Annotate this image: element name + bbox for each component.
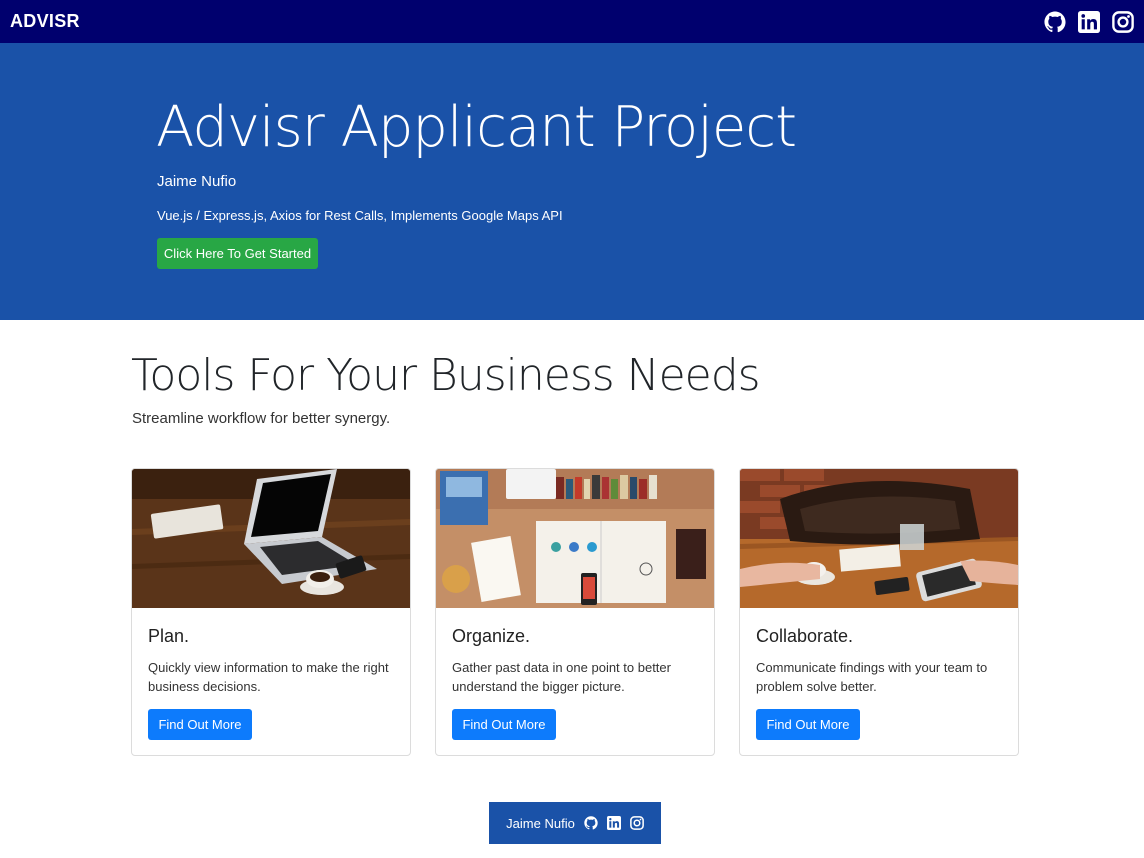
linkedin-icon[interactable]	[1078, 10, 1100, 33]
card-image-desk	[436, 469, 714, 608]
hero-tech-stack: Vue.js / Express.js, Axios for Rest Call…	[157, 208, 563, 223]
github-icon[interactable]	[1044, 10, 1066, 33]
hero-author: Jaime Nufio	[157, 173, 237, 190]
instagram-icon[interactable]	[629, 816, 644, 830]
get-started-button[interactable]: Click Here To Get Started	[157, 238, 318, 269]
linkedin-icon[interactable]	[606, 816, 621, 830]
card-text: Communicate findings with your team to p…	[756, 660, 988, 694]
card-title: Organize.	[452, 626, 531, 646]
find-out-more-button[interactable]: Find Out More	[148, 709, 252, 740]
section-subtitle: Streamline workflow for better synergy.	[132, 410, 391, 427]
social-links	[1044, 10, 1134, 33]
brand-logo[interactable]: ADVISR	[10, 11, 80, 32]
find-out-more-button[interactable]: Find Out More	[452, 709, 556, 740]
card-organize: Organize. Gather past data in one point …	[435, 468, 715, 756]
hero-banner: Advisr Applicant Project Jaime Nufio Vue…	[0, 43, 1144, 320]
card-title: Collaborate.	[756, 626, 854, 646]
card-plan: Plan. Quickly view information to make t…	[131, 468, 411, 756]
card-title: Plan.	[148, 626, 190, 646]
card-image-laptop	[132, 469, 410, 608]
card-image-meeting	[740, 469, 1018, 608]
card-text: Gather past data in one point to better …	[452, 660, 671, 694]
github-icon[interactable]	[584, 816, 598, 830]
card-collaborate: Collaborate. Communicate findings with y…	[739, 468, 1019, 756]
find-out-more-button[interactable]: Find Out More	[756, 709, 860, 740]
navbar: ADVISR	[0, 0, 1144, 43]
footer: Jaime Nufio	[489, 802, 661, 844]
instagram-icon[interactable]	[1112, 10, 1134, 33]
section-title: Tools For Your Business Needs	[131, 350, 761, 401]
card-text: Quickly view information to make the rig…	[148, 660, 389, 694]
hero-title: Advisr Applicant Project	[156, 95, 797, 160]
footer-name: Jaime Nufio	[506, 815, 575, 831]
